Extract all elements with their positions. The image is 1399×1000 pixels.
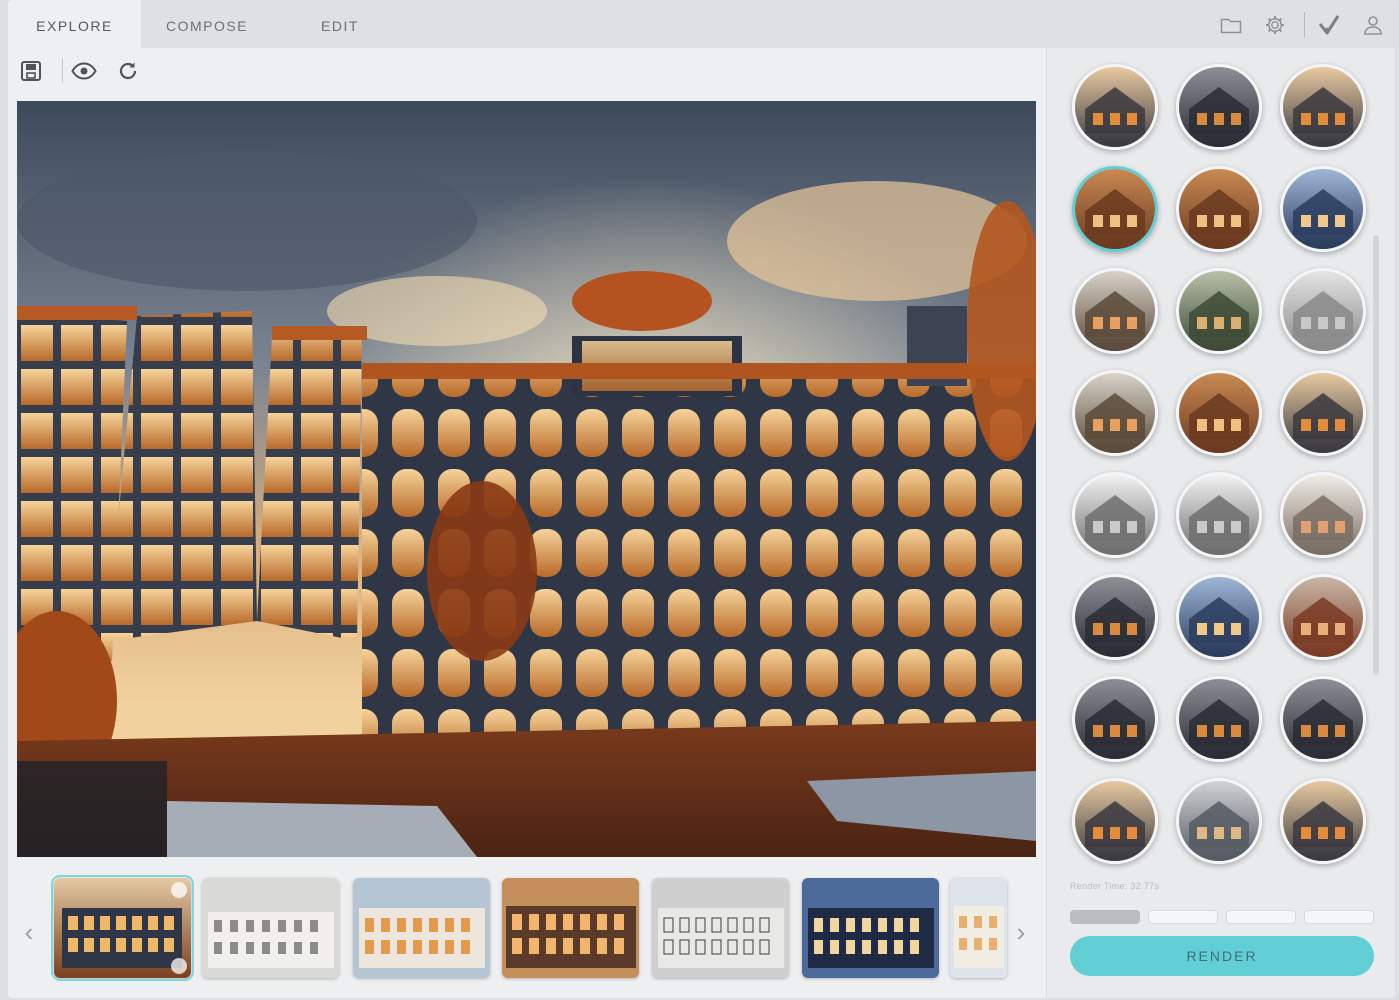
render-button[interactable]: RENDER (1070, 936, 1374, 976)
filmstrip-thumb-7[interactable] (950, 878, 1007, 978)
style-thumbnail[interactable] (1280, 676, 1366, 762)
render-progress-segment (1070, 910, 1140, 924)
style-thumbnail[interactable] (1176, 778, 1262, 864)
filmstrip-next-button[interactable]: › (1010, 918, 1032, 946)
style-thumbnail[interactable] (1176, 574, 1262, 660)
style-thumbnail[interactable] (1072, 268, 1158, 354)
style-thumbnail[interactable] (1072, 574, 1158, 660)
tab-compose[interactable]: COMPOSE (141, 0, 273, 48)
style-thumbnail[interactable] (1280, 166, 1366, 252)
style-thumbnail[interactable] (1280, 268, 1366, 354)
style-thumbnail[interactable] (1176, 166, 1262, 252)
tab-edit[interactable]: EDIT (300, 0, 380, 48)
eye-icon[interactable] (70, 57, 98, 85)
filmstrip-thumb-4[interactable] (502, 878, 639, 978)
top-divider (1304, 12, 1305, 38)
save-icon[interactable] (17, 57, 45, 85)
style-thumbnail[interactable] (1072, 166, 1158, 252)
style-thumbnail[interactable] (1176, 370, 1262, 456)
top-bar: EXPLORE COMPOSE EDIT (8, 0, 1395, 48)
render-time-label: Render Time: 32.77s (1070, 881, 1160, 891)
style-thumbnail[interactable] (1280, 370, 1366, 456)
style-thumbnail[interactable] (1072, 472, 1158, 558)
gear-icon[interactable] (1262, 12, 1288, 38)
filmstrip-thumb-5[interactable] (652, 878, 789, 978)
style-thumbnail[interactable] (1280, 574, 1366, 660)
style-thumbnail[interactable] (1072, 370, 1158, 456)
render-progress-segment (1148, 910, 1218, 924)
style-thumbnail[interactable] (1176, 64, 1262, 150)
filmstrip-thumb-3[interactable] (353, 878, 490, 978)
style-thumbnail[interactable] (1280, 64, 1366, 150)
style-thumbnail[interactable] (1072, 676, 1158, 762)
check-icon[interactable] (1316, 12, 1342, 38)
filmstrip-thumb-6[interactable] (802, 878, 939, 978)
thumb-options-icon[interactable] (171, 958, 187, 974)
gallery-scrollbar[interactable] (1373, 235, 1379, 675)
app-window: EXPLORE COMPOSE EDIT ‹ › Render Time: 32… (8, 0, 1395, 998)
folder-icon[interactable] (1218, 12, 1244, 38)
style-thumbnail[interactable] (1072, 778, 1158, 864)
style-thumbnail[interactable] (1176, 676, 1262, 762)
style-thumbnail[interactable] (1280, 472, 1366, 558)
filmstrip-thumb-1[interactable] (51, 875, 194, 981)
toolbar-divider (62, 58, 63, 82)
thumb-info-icon[interactable] (171, 882, 187, 898)
filmstrip-thumb-2[interactable] (202, 878, 339, 978)
style-thumbnail[interactable] (1176, 472, 1262, 558)
style-thumbnail[interactable] (1280, 778, 1366, 864)
refresh-icon[interactable] (114, 57, 142, 85)
render-progress-segment (1226, 910, 1296, 924)
main-render-image[interactable] (17, 101, 1036, 857)
style-thumbnail[interactable] (1072, 64, 1158, 150)
tab-explore[interactable]: EXPLORE (8, 0, 141, 48)
style-thumbnail[interactable] (1176, 268, 1262, 354)
filmstrip-prev-button[interactable]: ‹ (18, 918, 40, 946)
render-progress-segment (1304, 910, 1374, 924)
user-icon[interactable] (1360, 12, 1386, 38)
